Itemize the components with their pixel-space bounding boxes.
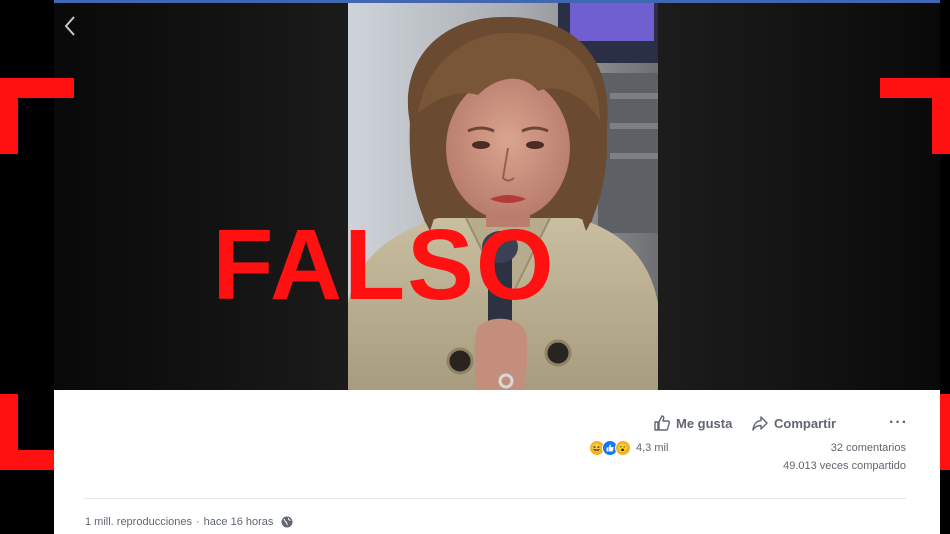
comments-count[interactable]: 32 comentarios	[831, 442, 906, 454]
share-label: Compartir	[774, 415, 837, 431]
frame-bracket-bottom-left-v	[0, 394, 18, 470]
views-count: 1 mill. reproducciones	[85, 516, 192, 528]
back-arrow-icon[interactable]	[60, 13, 82, 39]
video-player[interactable]	[54, 3, 940, 390]
wow-icon: 😮	[615, 440, 631, 456]
meta-separator: ·	[196, 516, 200, 528]
video-frame-image	[348, 3, 658, 390]
like-label: Me gusta	[676, 415, 733, 431]
frame-bracket-top-right-v	[932, 78, 950, 154]
more-options-button[interactable]: ···	[889, 414, 908, 432]
falso-stamp: FALSO	[212, 209, 556, 321]
globe-icon	[281, 516, 293, 528]
divider	[84, 498, 906, 499]
video-letterbox-right	[658, 3, 940, 390]
thumbs-up-icon	[654, 415, 670, 431]
post-meta: 1 mill. reproducciones · hace 16 horas	[85, 516, 293, 528]
reactions-summary[interactable]: 😆 😮 4,3 mil	[589, 440, 668, 456]
post-time[interactable]: hace 16 horas	[204, 516, 274, 528]
frame-bracket-top-left-v	[0, 78, 18, 154]
share-button[interactable]: Compartir	[752, 414, 836, 432]
shares-count[interactable]: 49.013 veces compartido	[783, 460, 906, 472]
post-actions: Me gusta Compartir ··· 😆 😮 4,3 mil 32 co…	[54, 390, 940, 534]
share-arrow-icon	[752, 416, 768, 431]
like-button[interactable]: Me gusta	[654, 414, 732, 432]
reactions-count: 4,3 mil	[636, 442, 669, 454]
video-letterbox-left	[54, 3, 348, 390]
